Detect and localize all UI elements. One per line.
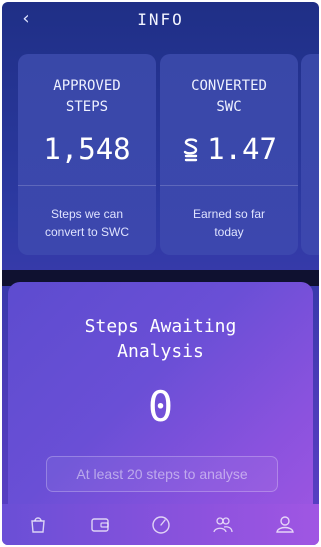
steps-awaiting-heading: Steps Awaiting Analysis — [84, 316, 237, 362]
top-bar: ‹ INFO — [2, 2, 319, 42]
app-screen: ‹ INFO APPROVED STEPS 1,548 Steps we can… — [2, 2, 319, 545]
tab-profile[interactable] — [274, 514, 296, 534]
next-card-peek[interactable] — [301, 54, 319, 255]
tab-friends[interactable] — [212, 514, 234, 534]
swc-coin-icon — [181, 133, 201, 171]
profile-icon — [276, 516, 294, 533]
analyse-button[interactable]: At least 20 steps to analyse — [46, 456, 278, 492]
steps-awaiting-panel: Steps Awaiting Analysis 0 At least 20 st… — [8, 282, 313, 504]
page-title: INFO — [137, 10, 184, 29]
converted-swc-value: 1.47 — [160, 130, 298, 171]
card-label: APPROVED STEPS — [53, 78, 121, 115]
friends-icon — [213, 517, 233, 533]
card-subtitle: Earned so far today — [192, 207, 266, 239]
approved-steps-card[interactable]: APPROVED STEPS 1,548 Steps we can conver… — [18, 54, 156, 255]
card-label: CONVERTED SWC — [191, 78, 267, 115]
wallet-icon — [91, 518, 109, 532]
shop-bag-icon — [31, 517, 45, 533]
bottom-tab-bar — [2, 504, 319, 545]
card-divider — [160, 185, 298, 186]
tab-shop[interactable] — [27, 514, 49, 534]
card-subtitle: Steps we can convert to SWC — [44, 207, 130, 239]
speedometer-icon — [152, 516, 170, 534]
steps-awaiting-count: 0 — [147, 382, 174, 431]
approved-steps-value: 1,548 — [43, 132, 131, 166]
tab-dashboard[interactable] — [150, 514, 172, 534]
tab-wallet[interactable] — [89, 514, 111, 534]
converted-swc-card[interactable]: CONVERTED SWC 1.47 Earned so far today — [160, 54, 298, 255]
card-divider — [18, 185, 156, 186]
